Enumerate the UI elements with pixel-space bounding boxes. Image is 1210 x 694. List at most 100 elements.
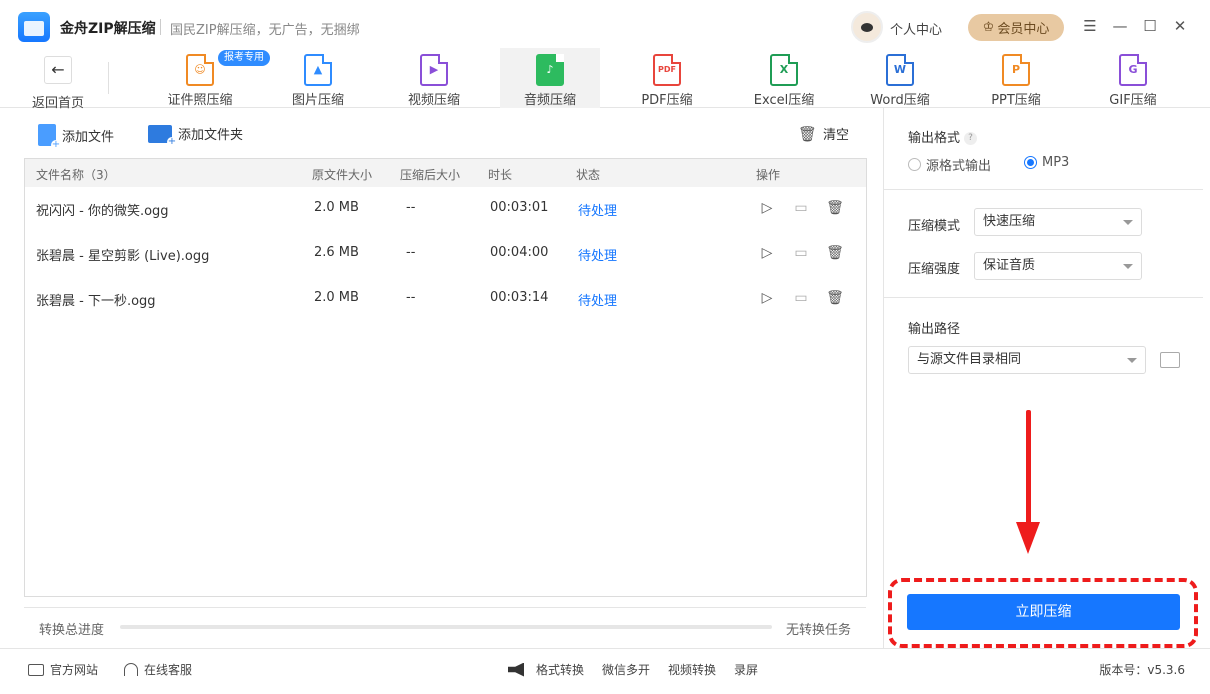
delete-icon[interactable]: 🗑	[825, 198, 845, 218]
play-icon[interactable]: ▷	[757, 243, 777, 263]
annotation-arrow-head	[1016, 522, 1040, 554]
output-format-label: 输出格式	[908, 131, 961, 146]
footer-link-wechat-multi[interactable]: 微信多开	[602, 661, 650, 678]
minimize-icon[interactable]: —	[1110, 14, 1130, 38]
pdf-icon: PDF	[653, 54, 681, 86]
official-site-link[interactable]: 官方网站	[28, 661, 98, 678]
duration: 00:03:01	[490, 200, 549, 215]
header-original-size: 原文件大小	[312, 168, 373, 182]
file-table: 文件名称（3） 原文件大小 压缩后大小 时长 状态 操作 祝闪闪 - 你的微笑.…	[24, 158, 867, 597]
tab-ppt-compress[interactable]: P PPT压缩	[966, 48, 1066, 108]
vip-center-button[interactable]: ♔ 会员中心	[968, 14, 1064, 41]
add-folder-label: 添加文件夹	[178, 128, 244, 143]
tab-video-compress[interactable]: ▶ 视频压缩	[384, 48, 484, 108]
add-file-button[interactable]: 添加文件	[38, 124, 114, 150]
add-file-icon	[38, 124, 61, 150]
title-bar: 金舟ZIP解压缩 国民ZIP解压缩，无广告，无捆绑 个人中心 ♔ 会员中心 ☰ …	[0, 0, 1210, 54]
compress-mode-label: 压缩模式	[908, 219, 961, 234]
format-source-radio[interactable]: 源格式输出	[908, 155, 991, 174]
nav-divider	[108, 62, 109, 94]
output-path-select[interactable]: 与源文件目录相同	[908, 346, 1146, 374]
compress-strength-select[interactable]: 保证音质	[974, 252, 1142, 280]
menu-icon[interactable]: ☰	[1080, 14, 1100, 38]
gif-icon: G	[1119, 54, 1147, 86]
format-mp3-label: MP3	[1042, 155, 1070, 170]
user-avatar[interactable]	[851, 11, 883, 43]
tool-nav: ← 返回首页 ☺ 证件照压缩 ▲ 图片压缩 ▶ 视频压缩 ♪ 音频压缩 PDF …	[0, 48, 1210, 111]
play-icon[interactable]: ▷	[757, 288, 777, 308]
clear-label: 清空	[823, 128, 850, 143]
headset-icon	[124, 663, 138, 676]
add-folder-icon	[148, 124, 177, 147]
tab-image-compress[interactable]: ▲ 图片压缩	[268, 48, 368, 108]
word-icon: W	[886, 54, 914, 86]
tab-label: 音频压缩	[523, 93, 576, 108]
open-folder-icon[interactable]: ▭	[791, 198, 811, 218]
file-name: 张碧晨 - 下一秒.ogg	[36, 294, 156, 309]
compressed-size: --	[406, 245, 416, 260]
back-arrow-icon: ←	[44, 56, 72, 84]
compress-mode-value: 快速压缩	[983, 214, 1036, 229]
annotation-arrow	[1026, 410, 1031, 528]
open-folder-icon[interactable]: ▭	[791, 243, 811, 263]
online-service-link[interactable]: 在线客服	[124, 661, 192, 678]
tab-label: PPT压缩	[991, 93, 1041, 108]
help-icon[interactable]: ?	[964, 132, 978, 145]
back-home-label: 返回首页	[31, 96, 84, 111]
compressed-size: --	[406, 290, 416, 305]
compress-strength-value: 保证音质	[983, 258, 1036, 273]
tab-label: GIF压缩	[1109, 93, 1157, 108]
version-label: 版本号：v5.3.6	[1099, 663, 1185, 677]
original-size: 2.6 MB	[314, 245, 359, 260]
title-divider	[160, 19, 161, 35]
personal-center-link[interactable]: 个人中心	[890, 19, 942, 38]
header-operations: 操作	[756, 168, 781, 182]
compress-mode-select[interactable]: 快速压缩	[974, 208, 1142, 236]
file-name: 祝闪闪 - 你的微笑.ogg	[36, 204, 169, 219]
divider	[884, 297, 1203, 298]
play-icon[interactable]: ▷	[757, 198, 777, 218]
annotation-highlight-box	[888, 578, 1198, 648]
browse-folder-icon[interactable]	[1160, 352, 1180, 368]
tab-label: Word压缩	[870, 93, 930, 108]
excel-icon: X	[770, 54, 798, 86]
back-home-button[interactable]: ← 返回首页	[23, 56, 93, 111]
format-mp3-radio[interactable]: MP3	[1024, 155, 1069, 170]
tab-gif-compress[interactable]: G GIF压缩	[1083, 48, 1183, 108]
header-status: 状态	[576, 168, 601, 182]
duration: 00:03:14	[490, 290, 549, 305]
footer-link-format-convert[interactable]: 格式转换	[536, 661, 584, 678]
app-logo-icon	[18, 12, 50, 42]
maximize-icon[interactable]: ☐	[1140, 14, 1160, 38]
settings-panel: 输出格式? 源格式输出 MP3 压缩模式 快速压缩 压缩强度 保证音质 输出路径…	[883, 108, 1203, 648]
table-row: 张碧晨 - 下一秒.ogg 2.0 MB -- 00:03:14 待处理 ▷ ▭…	[25, 277, 866, 321]
tab-label: PDF压缩	[641, 93, 693, 108]
footer-link-screen-record[interactable]: 录屏	[734, 661, 758, 678]
tab-excel-compress[interactable]: X Excel压缩	[734, 48, 834, 108]
chevron-down-icon	[1123, 220, 1133, 225]
image-icon: ▲	[304, 54, 332, 86]
clear-button[interactable]: 🗑 清空	[798, 124, 850, 144]
progress-bar	[120, 625, 772, 629]
close-icon[interactable]: ✕	[1170, 14, 1190, 38]
tab-label: Excel压缩	[753, 93, 815, 108]
delete-icon[interactable]: 🗑	[825, 243, 845, 263]
tab-audio-compress[interactable]: ♪ 音频压缩	[500, 48, 600, 108]
delete-icon[interactable]: 🗑	[825, 288, 845, 308]
table-header: 文件名称（3） 原文件大小 压缩后大小 时长 状态 操作	[25, 159, 866, 187]
progress-status: 无转换任务	[785, 623, 851, 638]
ppt-icon: P	[1002, 54, 1030, 86]
tab-word-compress[interactable]: W Word压缩	[850, 48, 950, 108]
open-folder-icon[interactable]: ▭	[791, 288, 811, 308]
official-site-label: 官方网站	[50, 663, 99, 677]
status-text: 待处理	[578, 294, 618, 309]
add-folder-button[interactable]: 添加文件夹	[148, 124, 244, 147]
video-icon: ▶	[420, 54, 448, 86]
online-service-label: 在线客服	[144, 663, 193, 677]
vip-center-label: 会员中心	[997, 22, 1050, 37]
tab-pdf-compress[interactable]: PDF PDF压缩	[617, 48, 717, 108]
crown-icon: ♔	[982, 20, 995, 35]
monitor-icon	[28, 663, 44, 676]
footer-link-video-convert[interactable]: 视频转换	[668, 661, 716, 678]
exam-badge: 报考专用	[218, 50, 270, 66]
